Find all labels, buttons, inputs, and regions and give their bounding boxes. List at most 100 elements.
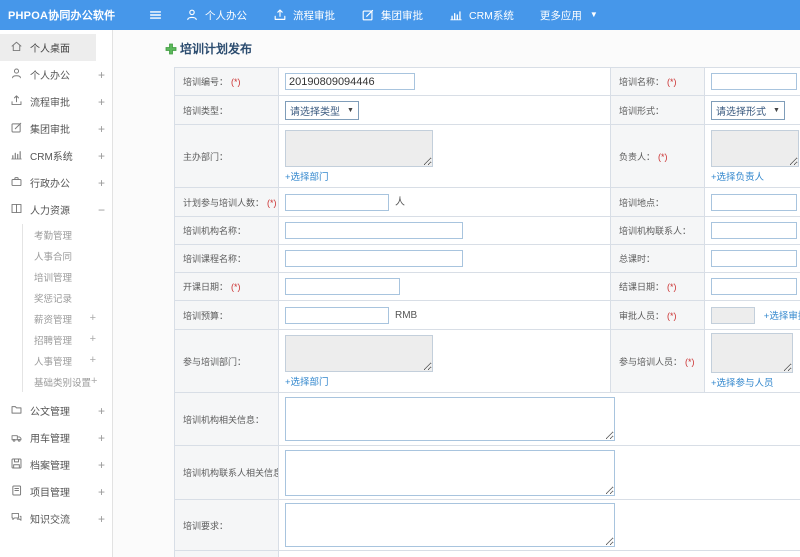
leader-textarea[interactable] (711, 129, 799, 167)
sidebar-subitem-attendance[interactable]: 考勤管理 (23, 224, 112, 245)
user-icon (10, 67, 23, 83)
unit-currency: RMB (395, 309, 418, 321)
book-icon (10, 202, 23, 218)
host-dept-textarea[interactable] (285, 129, 433, 167)
required-mark: (*) (231, 77, 241, 87)
expand-plus-icon[interactable]: + (98, 486, 105, 498)
content-area: 培训计划发布 培训编号：(*) 培训名称：(*) 培训类型： 请选择类型▼ 培训… (113, 30, 800, 557)
required-mark: (*) (231, 282, 241, 292)
field-label-budget: 培训预算： (174, 300, 279, 330)
edit-square-icon (361, 8, 375, 22)
sidebar: 个人桌面 个人办公 + 流程审批 + 集团审批 + CRM系统 + 行政办公 + (0, 30, 113, 557)
expand-plus-icon[interactable]: + (90, 355, 96, 366)
sidebar-subitem-reward-punishment[interactable]: 奖惩记录 (23, 287, 112, 308)
sidebar-item-document-mgmt[interactable]: 公文管理 + (0, 397, 112, 424)
sidebar-item-crm-system[interactable]: CRM系统 + (0, 142, 112, 169)
sidebar-subitem-training-mgmt[interactable]: 培训管理 (23, 266, 112, 287)
training-type-select[interactable]: 请选择类型 ▼ (285, 100, 359, 120)
chat-icon (10, 511, 23, 527)
course-name-input[interactable] (285, 250, 463, 267)
select-leader-link[interactable]: +选择负责人 (711, 169, 764, 183)
expand-plus-icon[interactable]: + (98, 513, 105, 525)
requirements-textarea[interactable] (285, 503, 615, 547)
field-label-host-dept: 主办部门： (174, 124, 279, 188)
expand-plus-icon[interactable]: + (90, 313, 96, 324)
archive-icon (10, 457, 23, 473)
total-hours-input[interactable] (711, 250, 797, 267)
select-dept-link[interactable]: +选择部门 (285, 374, 329, 388)
sidebar-item-archive-mgmt[interactable]: 档案管理 + (0, 451, 112, 478)
training-no-input[interactable] (285, 73, 415, 90)
expand-plus-icon[interactable]: + (98, 150, 105, 162)
end-date-input[interactable] (711, 278, 797, 295)
field-label-org-contact: 培训机构联系人： (610, 216, 705, 245)
field-label-training-no: 培训编号： (*) (174, 67, 279, 96)
bar-chart-icon (449, 8, 463, 22)
nav-group-approval[interactable]: 集团审批 (361, 8, 423, 23)
required-mark: (*) (685, 356, 695, 367)
attend-dept-textarea[interactable] (285, 334, 433, 372)
field-label-start-date: 开课日期： (*) (174, 272, 279, 301)
required-mark: (*) (667, 77, 677, 87)
required-mark: (*) (667, 282, 677, 292)
sidebar-subitem-hr-contract[interactable]: 人事合同 (23, 245, 112, 266)
hamburger-icon[interactable] (148, 8, 163, 22)
training-name-input[interactable] (711, 73, 797, 90)
sidebar-item-vehicle-mgmt[interactable]: 用车管理 + (0, 424, 112, 451)
collapse-minus-icon[interactable]: − (98, 204, 105, 216)
sidebar-subitem-recruit-mgmt[interactable]: 招聘管理 + (23, 329, 112, 350)
required-mark: (*) (267, 197, 277, 208)
expand-plus-icon[interactable]: + (98, 405, 105, 417)
expand-plus-icon[interactable]: + (98, 123, 105, 135)
unit-person: 人 (395, 197, 405, 209)
nav-crm-system[interactable]: CRM系统 (449, 8, 514, 23)
sidebar-item-admin-office[interactable]: 行政办公 + (0, 169, 112, 196)
field-label-attachment: 附件文档： (174, 550, 279, 557)
start-date-input[interactable] (285, 278, 400, 295)
expand-plus-icon[interactable]: + (98, 432, 105, 444)
select-attendees-link[interactable]: +选择参与人员 (711, 375, 774, 389)
org-info-textarea[interactable] (285, 397, 615, 441)
select-approver-link[interactable]: +选择审批人员 (764, 308, 800, 322)
expand-plus-icon[interactable]: + (98, 459, 105, 471)
expand-plus-icon[interactable]: + (98, 69, 105, 81)
attend-people-textarea[interactable] (711, 333, 793, 373)
sidebar-item-personal-office[interactable]: 个人办公 + (0, 61, 112, 88)
field-label-org-name: 培训机构名称： (174, 216, 279, 245)
edit-square-icon (10, 121, 23, 137)
sidebar-item-personal-desktop[interactable]: 个人桌面 (0, 34, 96, 61)
caret-down-icon: ▼ (773, 106, 780, 114)
org-name-input[interactable] (285, 222, 463, 239)
field-label-org-contact-info: 培训机构联系人相关信息： (174, 445, 279, 500)
expand-plus-icon[interactable]: + (90, 334, 96, 345)
required-mark: (*) (667, 310, 677, 321)
sidebar-item-human-resources[interactable]: 人力资源 − (0, 196, 112, 223)
nav-workflow-approval[interactable]: 流程审批 (273, 8, 335, 23)
field-label-course-name: 培训课程名称： (174, 244, 279, 273)
field-label-requirements: 培训要求： (174, 499, 279, 551)
select-dept-link[interactable]: +选择部门 (285, 169, 329, 183)
budget-input[interactable] (285, 306, 389, 324)
sidebar-subitem-salary-mgmt[interactable]: 薪资管理 + (23, 308, 112, 329)
sidebar-subitem-personnel-mgmt[interactable]: 人事管理 + (23, 350, 112, 371)
expand-plus-icon[interactable]: + (98, 96, 105, 108)
org-contact-input[interactable] (711, 222, 797, 239)
expand-plus-icon[interactable]: + (91, 376, 97, 387)
org-contact-info-textarea[interactable] (285, 449, 615, 496)
hr-submenu: 考勤管理 人事合同 培训管理 奖惩记录 薪资管理 + 招聘管理 + 人事管理 + 基础… (22, 224, 112, 392)
sidebar-item-project-mgmt[interactable]: 项目管理 + (0, 478, 112, 505)
training-form-select[interactable]: 请选择形式 ▼ (711, 100, 785, 120)
sidebar-item-group-approval[interactable]: 集团审批 + (0, 115, 112, 142)
planned-count-input[interactable] (285, 193, 389, 211)
sidebar-item-knowledge-exchange[interactable]: 知识交流 + (0, 505, 112, 532)
notebook-icon (10, 484, 23, 500)
nav-personal-office[interactable]: 个人办公 (185, 8, 247, 23)
field-label-leader: 负责人： (*) (610, 124, 705, 188)
expand-plus-icon[interactable]: + (98, 177, 105, 189)
location-input[interactable] (711, 193, 797, 211)
sidebar-item-workflow-approval[interactable]: 流程审批 + (0, 88, 112, 115)
sidebar-subitem-base-category[interactable]: 基础类别设置 + (23, 371, 112, 392)
nav-more-apps[interactable]: 更多应用 ▼ (540, 8, 598, 23)
approver-input[interactable] (711, 307, 755, 325)
field-label-approver: 审批人员： (*) (610, 300, 705, 330)
